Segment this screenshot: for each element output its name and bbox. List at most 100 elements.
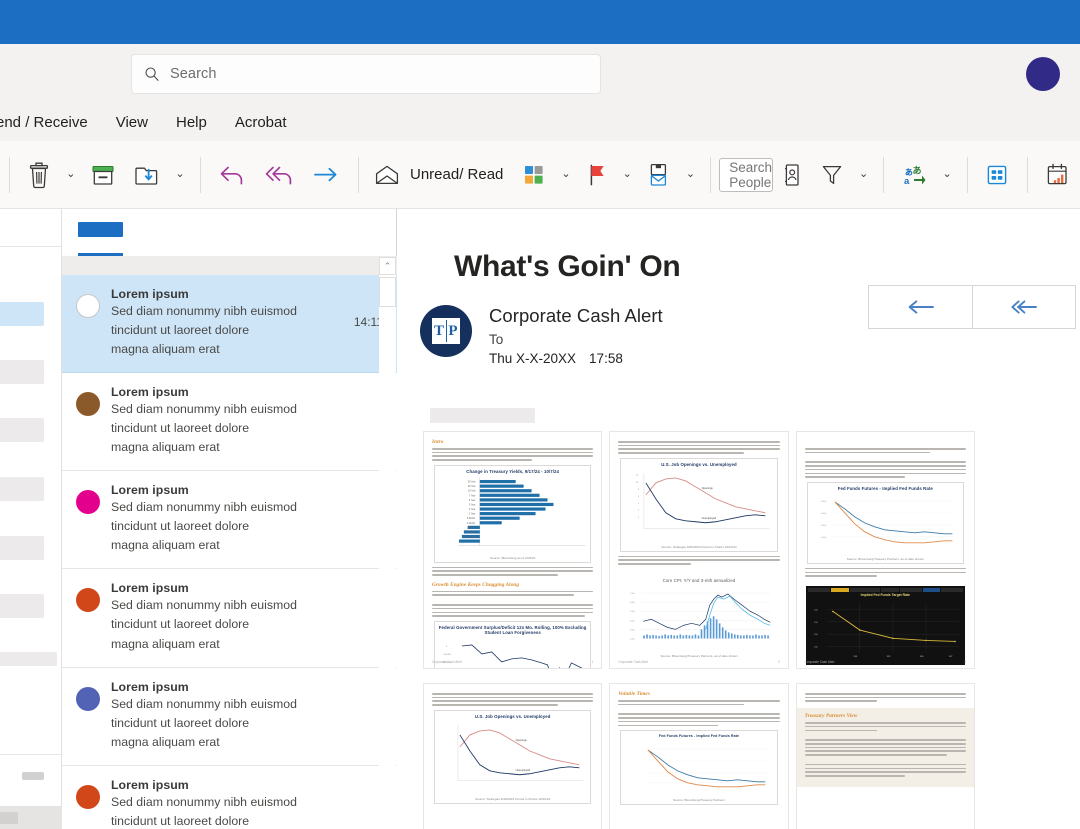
reply-all-button[interactable] (255, 152, 303, 198)
avatar (76, 294, 100, 318)
forward-button[interactable] (303, 152, 349, 198)
page-footer: Corporate Cash Alert 2 (618, 660, 780, 664)
chart-container: Change in Treasury Yields, 9/17/24 - 10/… (434, 464, 592, 563)
attachment-chip[interactable] (430, 408, 535, 423)
menu-item-help[interactable]: Help (162, 110, 221, 135)
menu-item-send-receive[interactable]: end / Receive (0, 110, 102, 135)
svg-text:Fed Funds: Fed Funds (466, 537, 478, 539)
translate-button[interactable]: ぁ a あ (892, 152, 936, 198)
folder-item-selected[interactable] (0, 302, 44, 326)
categorize-icon (525, 165, 544, 184)
reply-button[interactable] (209, 152, 255, 198)
message-list-item[interactable]: Lorem ipsum Sed diam nonummy nibh euismo… (62, 275, 397, 374)
svg-text:2: 2 (638, 510, 639, 512)
menu-item-view[interactable]: View (102, 110, 162, 135)
folder-item[interactable] (0, 477, 44, 501)
chevron-up-icon[interactable]: ⌃ (379, 257, 396, 275)
message-subject: Lorem ipsum (111, 581, 189, 596)
svg-text:2.00%: 2.00% (821, 537, 827, 539)
section-heading: Intro (432, 439, 444, 445)
menu-item-acrobat[interactable]: Acrobat (221, 110, 301, 135)
folder-item[interactable] (0, 418, 44, 442)
message-subject: Lorem ipsum (111, 483, 189, 498)
apps-button[interactable] (976, 152, 1018, 198)
document-page: U.S. Job Openings vs. Unemployed Opening… (423, 683, 603, 829)
delete-dropdown-caret[interactable]: ⌄ (60, 169, 81, 180)
categorize-dropdown-caret[interactable]: ⌄ (555, 169, 576, 180)
folder-item[interactable] (0, 652, 57, 666)
account-avatar[interactable] (1026, 57, 1060, 91)
reading-pane: What's Goin' On T P Corporate Cash Alert… (398, 209, 1080, 829)
flag-icon (590, 164, 604, 185)
svg-text:-200,000: -200,000 (443, 653, 452, 655)
search-icon (144, 66, 160, 82)
treasury-view-callout: Treasury Partners View (796, 708, 974, 787)
address-book-button[interactable] (773, 152, 811, 198)
chart-source: Source: Bloomberg/Treasury Partners, as … (660, 653, 738, 658)
chart-container: Core CPI: Y/Y and 3-mth annualized 7.000… (620, 574, 778, 660)
chart-source: Source: Bloomberg/Treasury Partners (672, 798, 725, 803)
delete-button[interactable] (18, 152, 60, 198)
search-placeholder: Search (170, 66, 217, 82)
folder-item[interactable] (0, 536, 44, 560)
document-preview[interactable]: Intro Change in Treasury Yields, 9/17/24… (423, 431, 975, 829)
move-to-folder-button[interactable] (125, 152, 169, 198)
chart-container: Fed Funds Futures - Implied Fed Funds Ra… (620, 730, 778, 806)
archive-icon (92, 165, 114, 185)
message-subject: Lorem ipsum (111, 777, 189, 792)
svg-text:3.00%: 3.00% (821, 525, 827, 527)
rules-icon (650, 163, 666, 186)
svg-text:6: 6 (638, 496, 639, 498)
svg-text:4: 4 (638, 503, 639, 505)
message-list-item[interactable]: Lorem ipsum Sed diam nonummy nibh euismo… (62, 765, 397, 829)
search-input[interactable]: Search (131, 54, 601, 94)
reply-all-icon (265, 166, 292, 184)
rules-dropdown-caret[interactable]: ⌄ (680, 169, 701, 180)
chart-container: U.S. Job Openings vs. Unemployed Opening… (434, 709, 592, 804)
message-list-item[interactable]: Lorem ipsum Sed diam nonummy nibh euismo… (62, 471, 397, 570)
filter-button[interactable] (811, 152, 853, 198)
reply-all-button-pane[interactable] (973, 286, 1076, 328)
move-to-dropdown-caret[interactable]: ⌄ (169, 169, 190, 180)
folder-item[interactable] (22, 772, 44, 780)
svg-text:3.50: 3.50 (814, 634, 817, 636)
message-list-item[interactable]: Lorem ipsum Sed diam nonummy nibh euismo… (62, 569, 397, 668)
flag-button[interactable] (577, 152, 617, 198)
avatar (76, 392, 100, 417)
reply-button-pane[interactable] (869, 286, 973, 328)
chart-title: Federal Government Surplus/Deficit 12x M… (438, 624, 587, 636)
message-list-scroll[interactable]: Lorem ipsum Sed diam nonummy nibh euismo… (62, 275, 397, 829)
message-list-item[interactable]: Lorem ipsum Sed diam nonummy nibh euismo… (62, 667, 397, 766)
document-page: U.S. Job Openings vs. Unemployed Opening… (609, 431, 789, 669)
message-list-tabs (62, 209, 396, 256)
scrollbar-thumb[interactable] (379, 277, 396, 307)
document-page: Intro Change in Treasury Yields, 9/17/24… (423, 431, 603, 669)
section-heading: Volatile Times (618, 691, 650, 697)
filter-dropdown-caret[interactable]: ⌄ (853, 169, 874, 180)
svg-text:Unemployed: Unemployed (702, 516, 717, 520)
tab-focused[interactable] (78, 222, 123, 237)
svg-text:2.000: 2.000 (630, 639, 635, 641)
flag-dropdown-caret[interactable]: ⌄ (617, 169, 638, 180)
calendar-insights-button[interactable] (1036, 152, 1080, 198)
svg-text:2024: 2024 (853, 656, 857, 658)
folder-item[interactable] (0, 594, 44, 618)
move-to-folder-icon (135, 167, 158, 185)
svg-text:1 Month: 1 Month (467, 531, 476, 534)
folder-item[interactable] (0, 360, 44, 384)
message-list-scrollbar[interactable]: ⌃ (379, 257, 396, 829)
rules-button[interactable] (638, 152, 680, 198)
chart-source: Source: Bloomberg as of 10/08/2024 (805, 668, 966, 669)
open-envelope-icon (375, 165, 399, 184)
translate-dropdown-caret[interactable]: ⌄ (936, 169, 957, 180)
message-list-header (62, 256, 397, 275)
unread-read-button[interactable]: Unread/ Read (367, 152, 513, 198)
categorize-button[interactable] (513, 152, 555, 198)
message-subject: Lorem ipsum (111, 287, 189, 301)
message-list-item[interactable]: Lorem ipsum Sed diam nonummy nibh euismo… (62, 373, 397, 472)
svg-text:30 Year: 30 Year (468, 482, 476, 484)
search-people-input[interactable]: Search People (719, 157, 774, 192)
folder-footer-bar (0, 812, 18, 824)
avatar (76, 784, 100, 809)
archive-button[interactable] (81, 152, 125, 198)
